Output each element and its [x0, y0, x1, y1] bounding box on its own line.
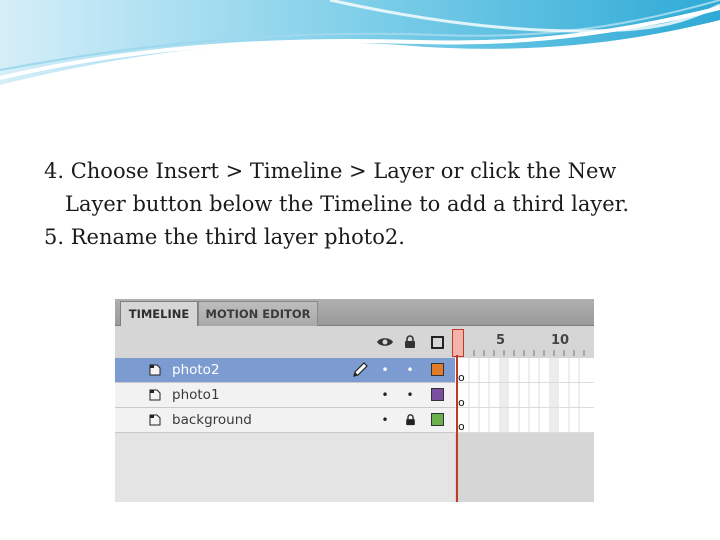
layer-color-swatch[interactable] — [431, 388, 444, 401]
visibility-dot[interactable]: • — [376, 358, 394, 382]
tab-timeline[interactable]: TIMELINE — [120, 301, 198, 326]
step-4-line-2: Layer button below the Timeline to add a… — [65, 192, 630, 216]
tab-motion-editor[interactable]: MOTION EDITOR — [198, 301, 318, 326]
layer-name-photo2[interactable]: photo2 — [172, 358, 220, 382]
layer-row-background[interactable]: background • — [115, 408, 455, 433]
frame-number-5: 5 — [496, 333, 506, 348]
layer-row-photo1[interactable]: photo1 • • — [115, 383, 455, 408]
step-4-line-1: 4. Choose Insert > Timeline > Layer or c… — [44, 159, 617, 183]
frame-grid-lines — [455, 358, 594, 433]
keyframe-photo1[interactable]: o — [458, 396, 465, 409]
lock-dot[interactable]: • — [401, 358, 419, 382]
layer-page-icon — [149, 364, 161, 376]
layer-name-background[interactable]: background — [172, 408, 252, 432]
lock-icon[interactable] — [401, 408, 419, 432]
frame-number-10: 10 — [551, 333, 570, 348]
timeline-panel: TIMELINE MOTION EDITOR 1 5 10 — [115, 299, 594, 502]
frames-grid[interactable]: o o o — [455, 358, 594, 433]
lock-dot[interactable]: • — [401, 383, 419, 407]
playhead[interactable] — [452, 329, 464, 357]
visibility-dot[interactable]: • — [376, 408, 394, 432]
step-5: 5. Rename the third layer photo2. — [44, 225, 405, 249]
layer-color-swatch[interactable] — [431, 413, 444, 426]
frame-ruler-ticks — [473, 350, 585, 356]
keyframe-photo2[interactable]: o — [458, 371, 465, 384]
keyframe-background[interactable]: o — [458, 420, 465, 433]
lock-icon[interactable] — [401, 326, 419, 358]
timeline-header-row: 1 5 10 — [115, 326, 594, 358]
layer-color-swatch[interactable] — [431, 363, 444, 376]
panel-tab-bar: TIMELINE MOTION EDITOR — [115, 299, 594, 326]
instruction-text: 4. Choose Insert > Timeline > Layer or c… — [44, 155, 704, 254]
layer-name-photo1[interactable]: photo1 — [172, 383, 220, 407]
layer-row-photo2[interactable]: photo2 • • — [115, 358, 455, 383]
playhead-line — [456, 355, 458, 502]
outline-square-icon[interactable] — [428, 326, 446, 358]
header-wave-banner — [0, 0, 720, 85]
layer-page-icon — [149, 414, 161, 426]
layer-page-icon — [149, 389, 161, 401]
eye-icon[interactable] — [375, 326, 395, 358]
visibility-dot[interactable]: • — [376, 383, 394, 407]
pencil-icon — [351, 358, 369, 382]
empty-layer-area — [115, 433, 455, 502]
